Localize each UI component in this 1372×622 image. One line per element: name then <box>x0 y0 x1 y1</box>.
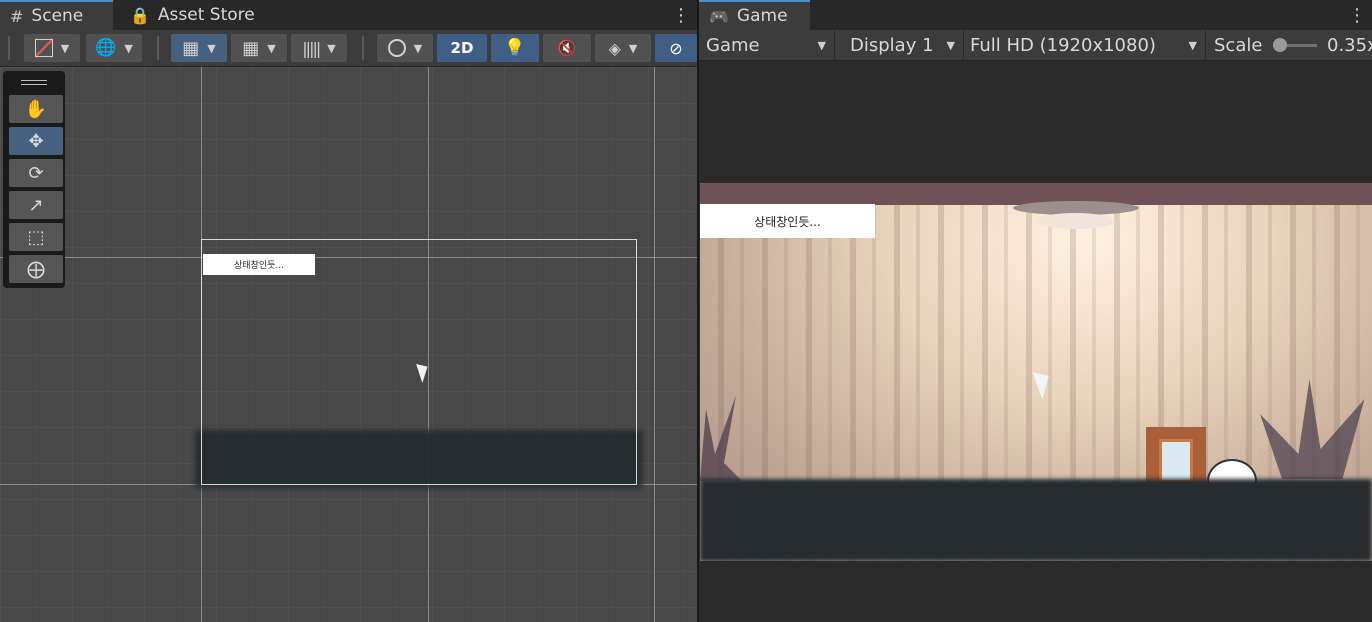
draw-mode-button[interactable]: ▼ <box>24 34 80 62</box>
lightbulb-icon: 💡 <box>504 38 526 58</box>
rotate-icon: ⟳ <box>28 162 44 184</box>
tab-scene-label: Scene <box>31 6 84 26</box>
scene-toolbar: ▼ 🌐 ▼ ▦ ▼ ▦ ▼ ||||| ▼ ▼ 2D 💡 🔇 ◈ ▼ ⊘ <box>0 30 697 67</box>
sphere-icon <box>387 39 406 57</box>
scale-icon: ↗ <box>28 194 44 216</box>
game-render-view[interactable]: ♡ ♡ ♡ <box>700 183 1372 561</box>
toolbar-divider <box>8 36 10 60</box>
shading-mode-icon <box>34 39 53 57</box>
tab-asset-store[interactable]: 🔒 Asset Store <box>120 0 280 30</box>
grid-snap-button[interactable]: ▦ ▼ <box>171 34 227 62</box>
toolbar-divider <box>157 36 159 60</box>
chevron-down-icon: ▼ <box>628 41 638 55</box>
globe-icon: 🌐 <box>95 38 117 58</box>
eye-slash-icon: ⊘ <box>669 38 683 58</box>
game-more-icon[interactable]: ⋮ <box>1348 5 1366 26</box>
magnet-grid-icon: ▦ <box>242 37 260 59</box>
move-tool-button[interactable]: ✥ <box>9 127 63 155</box>
chevron-down-icon: ▼ <box>60 41 70 55</box>
effects-button[interactable]: ◈ ▼ <box>595 34 651 62</box>
floor-shadow-band <box>700 479 1372 561</box>
rect-transform-icon: ⬚ <box>27 226 45 248</box>
display-select[interactable]: Display 1 ▼ <box>843 30 964 60</box>
transform-icon: ⨁ <box>27 258 45 280</box>
scale-value: 0.35x <box>1327 34 1372 56</box>
game-toolbar: Game ▼ Display 1 ▼ Full HD (1920x1080) ▼… <box>699 30 1372 61</box>
game-tab-bar: 🎮 Game ⋮ <box>699 0 1372 30</box>
hidden-objects-button[interactable]: ⊘ <box>655 34 697 62</box>
chevron-down-icon: ▼ <box>413 41 423 55</box>
chevron-down-icon: ▼ <box>207 41 216 55</box>
tab-game[interactable]: 🎮 Game <box>699 0 810 30</box>
game-view-select[interactable]: Game ▼ <box>699 30 835 60</box>
chevron-down-icon: ▼ <box>817 39 826 52</box>
shading-sphere-button[interactable]: ▼ <box>377 34 433 62</box>
heart-icon: ♡ <box>1258 447 1273 466</box>
scene-more-icon[interactable]: ⋮ <box>672 5 690 26</box>
chevron-down-icon: ▼ <box>946 39 955 52</box>
tab-game-label: Game <box>736 6 788 26</box>
move-arrows-icon: ✥ <box>28 130 44 152</box>
rect-tool-button[interactable]: ⬚ <box>9 223 63 251</box>
scene-status-text: 상태창인듯... <box>234 261 284 271</box>
grid-snap-icon: ▦ <box>182 37 200 59</box>
tab-asset-store-label: Asset Store <box>157 5 255 25</box>
lamp-glow <box>1035 213 1115 229</box>
grid-visibility-button[interactable]: ||||| ▼ <box>291 34 347 62</box>
display-value: Display 1 <box>850 34 934 56</box>
grid-lines-icon: ||||| <box>302 38 321 58</box>
resolution-select[interactable]: Full HD (1920x1080) ▼ <box>963 30 1206 60</box>
game-status-text: 상태창인듯... <box>754 214 821 229</box>
game-view-value: Game <box>706 34 760 56</box>
layers-icon: ◈ <box>608 38 621 58</box>
hand-icon: ✋ <box>24 98 48 120</box>
audio-toggle-button[interactable]: 🔇 <box>543 34 591 62</box>
palette-grip[interactable] <box>21 84 47 85</box>
scene-guide-line <box>654 67 655 622</box>
chevron-down-icon: ▼ <box>1188 39 1197 52</box>
bag-icon: 🔒 <box>130 5 150 25</box>
mute-icon: 🔇 <box>557 39 577 57</box>
2d-toggle-button[interactable]: 2D <box>437 34 487 62</box>
scale-control: Scale 0.35x <box>1207 30 1372 60</box>
scene-tab-bar: # Scene 🔒 Asset Store ⋮ <box>0 0 697 30</box>
palette-grip[interactable] <box>21 80 47 81</box>
rotate-tool-button[interactable]: ⟳ <box>9 159 63 187</box>
tab-scene[interactable]: # Scene <box>0 0 113 30</box>
2d-toggle-label: 2D <box>450 39 474 57</box>
toolbar-divider <box>362 36 364 60</box>
global-local-button[interactable]: 🌐 ▼ <box>86 34 142 62</box>
scale-tool-button[interactable]: ↗ <box>9 191 63 219</box>
chevron-down-icon: ▼ <box>327 41 336 55</box>
scale-label: Scale <box>1214 34 1263 56</box>
gamepad-icon: 🎮 <box>709 6 729 26</box>
resolution-value: Full HD (1920x1080) <box>970 34 1156 56</box>
game-status-panel[interactable]: 상태창인듯... <box>700 204 875 238</box>
scene-status-panel[interactable]: 상태창인듯... <box>203 254 315 275</box>
transform-tool-button[interactable]: ⨁ <box>9 255 63 283</box>
scale-slider-thumb[interactable] <box>1273 38 1287 52</box>
tool-palette: ✋ ✥ ⟳ ↗ ⬚ ⨁ <box>3 71 65 288</box>
lighting-toggle-button[interactable]: 💡 <box>491 34 539 62</box>
chevron-down-icon: ▼ <box>267 41 276 55</box>
hash-icon: # <box>10 6 24 26</box>
chevron-down-icon: ▼ <box>124 41 133 55</box>
hand-tool-button[interactable]: ✋ <box>9 95 63 123</box>
increment-snap-button[interactable]: ▦ ▼ <box>231 34 287 62</box>
door-window <box>1159 439 1193 483</box>
